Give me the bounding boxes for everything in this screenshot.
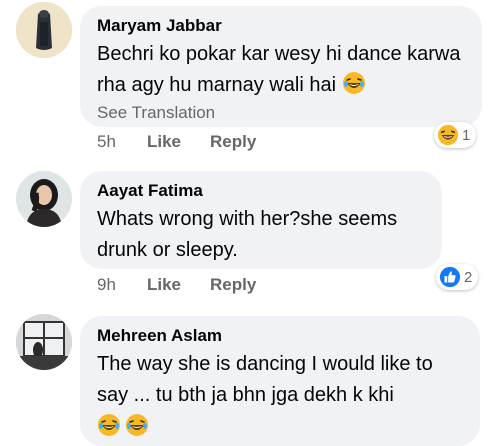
see-translation-link[interactable]: See Translation (97, 102, 464, 124)
laughing-emoji-icon (98, 414, 120, 436)
laughing-emoji-icon (126, 414, 149, 436)
timestamp[interactable]: 9h (97, 275, 147, 295)
comment-body: The way she is dancing I would like to s… (97, 353, 433, 406)
laughing-emoji-icon (342, 72, 365, 94)
like-reaction-icon (439, 266, 461, 288)
trailing-emojis (97, 413, 462, 438)
reaction-count: 2 (464, 268, 473, 286)
avatar[interactable] (16, 314, 72, 370)
comment-bubble: Aayat Fatima Whats wrong with her?she se… (80, 171, 442, 269)
comment-maryam-jabbar: Maryam Jabbar Bechri ko pokar kar wesy h… (0, 0, 500, 160)
author-name[interactable]: Maryam Jabbar (97, 15, 464, 37)
comment-bubble: Mehreen Aslam The way she is dancing I w… (80, 316, 480, 446)
author-name[interactable]: Aayat Fatima (97, 180, 424, 202)
comment-actions: 9h Like Reply (97, 275, 256, 295)
profile-photo-icon (16, 2, 72, 58)
comment-actions: 5h Like Reply (97, 132, 256, 152)
comment-body: Bechri ko pokar kar wesy hi dance karwa … (97, 43, 461, 96)
reaction-count: 1 (462, 126, 471, 144)
comment-text: Bechri ko pokar kar wesy hi dance karwa … (97, 39, 464, 101)
avatar[interactable] (16, 171, 72, 227)
reply-button[interactable]: Reply (210, 132, 256, 152)
avatar[interactable] (16, 2, 72, 58)
haha-reaction-icon (437, 124, 459, 146)
comment-mehreen-aslam: Mehreen Aslam The way she is dancing I w… (0, 312, 500, 446)
like-button[interactable]: Like (147, 132, 210, 152)
comment-aayat-fatima: Aayat Fatima Whats wrong with her?she se… (0, 165, 500, 305)
reaction-badge[interactable]: 1 (434, 122, 477, 148)
comment-body: Whats wrong with her?she seems drunk or … (97, 208, 398, 261)
profile-photo-icon (16, 314, 72, 370)
reply-button[interactable]: Reply (210, 275, 256, 295)
profile-photo-icon (16, 171, 72, 227)
timestamp[interactable]: 5h (97, 132, 147, 152)
author-name[interactable]: Mehreen Aslam (97, 325, 462, 347)
like-button[interactable]: Like (147, 275, 210, 295)
comment-bubble: Maryam Jabbar Bechri ko pokar kar wesy h… (80, 6, 482, 127)
reaction-badge[interactable]: 2 (436, 264, 479, 290)
